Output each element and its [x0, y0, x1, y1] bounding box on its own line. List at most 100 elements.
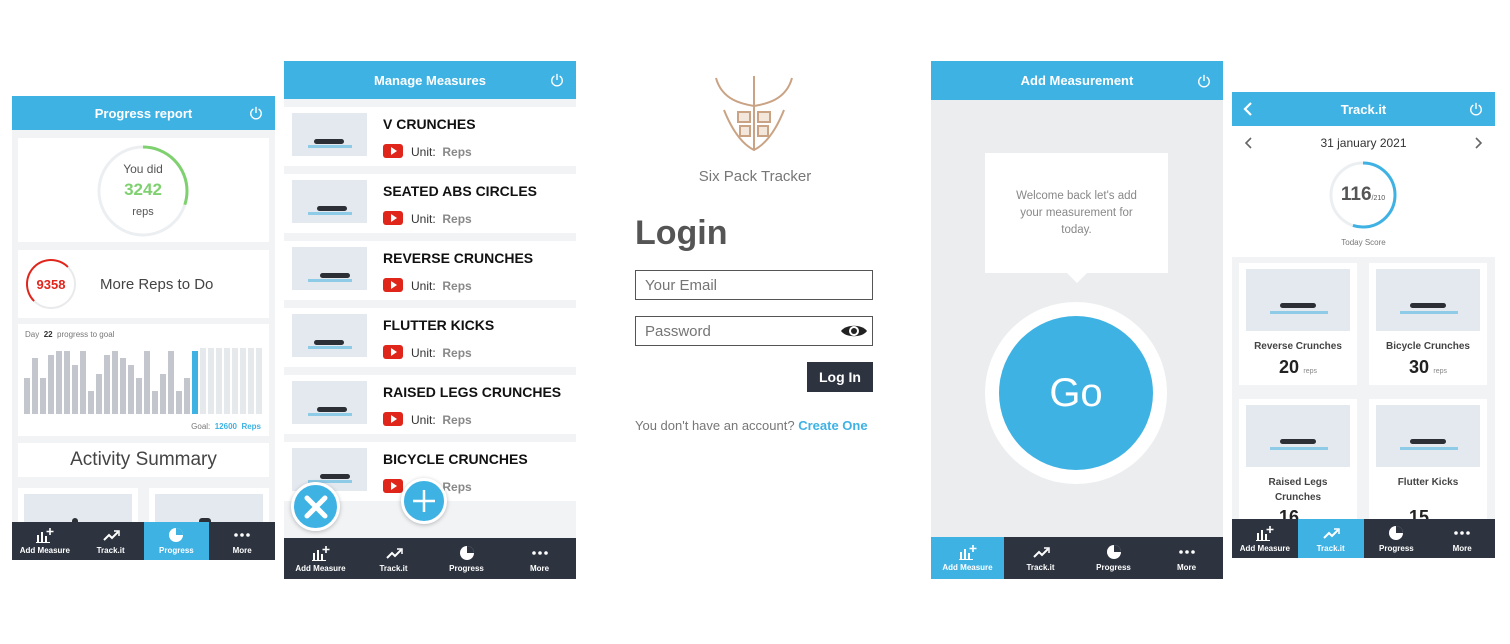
- chart-bar: [112, 351, 118, 414]
- bottom-nav: Add Measure Track.it Progress More: [12, 522, 275, 560]
- nav-track-it[interactable]: Track.it: [357, 538, 430, 579]
- measure-unit: Unit: Reps: [411, 212, 472, 226]
- app-name: Six Pack Tracker: [698, 168, 812, 185]
- activity-summary-card: Activity Summary: [18, 443, 269, 477]
- password-input[interactable]: [635, 316, 873, 346]
- exercise-card[interactable]: Flutter Kicks 15 reps: [1369, 399, 1487, 527]
- chart-bar: [240, 348, 246, 414]
- login-button[interactable]: Log In: [807, 362, 873, 392]
- power-icon[interactable]: [1197, 74, 1211, 88]
- nav-progress[interactable]: Progress: [143, 522, 210, 560]
- trend-icon: [1032, 547, 1050, 558]
- bubble-tail: [1067, 273, 1087, 283]
- power-icon[interactable]: [1469, 102, 1483, 116]
- header: Track.it: [1232, 92, 1495, 126]
- goal-chart-card: Day 22 progress to goal Goal: 12600 Reps: [18, 324, 269, 436]
- measure-name: SEATED ABS CIRCLES: [383, 183, 538, 199]
- delete-fab[interactable]: [291, 482, 340, 531]
- page-title: Add Measurement: [1020, 73, 1134, 88]
- chart-bar: [24, 377, 30, 414]
- chart-bar: [256, 348, 262, 414]
- go-button[interactable]: Go: [999, 316, 1153, 470]
- nav-more[interactable]: More: [1150, 537, 1223, 579]
- add-measure-icon: [1255, 525, 1274, 541]
- nav-add-measure[interactable]: Add Measure: [931, 537, 1004, 579]
- chart-bar: [184, 377, 190, 414]
- header: Add Measurement: [931, 61, 1223, 100]
- measure-list-item[interactable]: REVERSE CRUNCHES Unit: Reps: [284, 241, 576, 300]
- chart-bar: [152, 390, 158, 414]
- day-progress-text: Day 22 progress to goal: [25, 330, 115, 339]
- nav-more[interactable]: More: [1429, 519, 1495, 558]
- add-fab[interactable]: [401, 478, 447, 524]
- exercise-card[interactable]: Raised Legs Crunches 16 reps: [1239, 399, 1357, 527]
- nav-progress[interactable]: Progress: [1364, 519, 1430, 558]
- eye-icon[interactable]: [840, 323, 868, 339]
- measure-list-item[interactable]: FLUTTER KICKS Unit: Reps: [284, 308, 576, 367]
- exercise-name: Reverse Crunches: [1254, 341, 1342, 352]
- nav-more[interactable]: More: [209, 522, 275, 560]
- measure-list-item[interactable]: V CRUNCHES Unit: Reps: [284, 107, 576, 166]
- more-icon: [234, 533, 250, 537]
- exercise-value: 30 reps: [1408, 357, 1448, 377]
- login-title: Login: [635, 214, 728, 252]
- measure-list-item[interactable]: RAISED LEGS CRUNCHES Unit: Reps: [284, 375, 576, 434]
- add-measure-icon: [35, 528, 54, 543]
- email-input[interactable]: [635, 270, 873, 300]
- abs-logo: [715, 76, 793, 152]
- bottom-nav: Add Measure Track.it Progress More: [1232, 519, 1495, 558]
- close-icon: [304, 495, 327, 518]
- nav-progress[interactable]: Progress: [430, 538, 503, 579]
- nav-track-it[interactable]: Track.it: [78, 522, 144, 560]
- chart-bar: [40, 377, 46, 414]
- chart-bar: [192, 351, 198, 414]
- chart-bar: [144, 351, 150, 414]
- chart-bar: [64, 351, 70, 414]
- chart-bar: [56, 351, 62, 414]
- exercise-card[interactable]: Bicycle Crunches 30 reps: [1369, 263, 1487, 385]
- chart-bar: [232, 348, 238, 414]
- chart-bar: [168, 351, 174, 414]
- more-reps-label: More Reps to Do: [100, 276, 214, 293]
- nav-add-measure[interactable]: Add Measure: [284, 538, 357, 579]
- youtube-icon[interactable]: [383, 345, 403, 359]
- nav-progress[interactable]: Progress: [1077, 537, 1150, 579]
- bar-chart: [24, 348, 264, 414]
- exercise-thumbnail: [1376, 405, 1480, 467]
- exercise-thumbnail: [292, 381, 367, 424]
- back-icon[interactable]: [1242, 101, 1254, 117]
- chart-bar: [104, 354, 110, 414]
- nav-add-measure[interactable]: Add Measure: [12, 522, 78, 560]
- nav-add-measure[interactable]: Add Measure: [1232, 519, 1298, 558]
- chart-bar: [200, 348, 206, 414]
- plus-icon: [413, 490, 435, 512]
- signup-prompt: You don't have an account? Create One: [635, 418, 868, 433]
- add-measure-icon: [958, 545, 976, 560]
- trend-icon: [102, 530, 120, 541]
- you-did-label: You did: [123, 162, 163, 176]
- youtube-icon[interactable]: [383, 211, 403, 225]
- trend-icon: [385, 547, 403, 559]
- youtube-icon[interactable]: [383, 479, 403, 493]
- nav-track-it[interactable]: Track.it: [1297, 519, 1364, 558]
- youtube-icon[interactable]: [383, 412, 403, 426]
- chart-bar: [80, 351, 86, 414]
- power-icon[interactable]: [249, 106, 263, 120]
- next-day-icon[interactable]: [1473, 136, 1483, 150]
- youtube-icon[interactable]: [383, 144, 403, 158]
- measure-name: FLUTTER KICKS: [383, 317, 495, 333]
- exercise-card[interactable]: Reverse Crunches 20 reps: [1239, 263, 1357, 385]
- pie-chart-icon: [1106, 545, 1121, 559]
- nav-more[interactable]: More: [503, 538, 576, 579]
- nav-track-it[interactable]: Track.it: [1004, 537, 1077, 579]
- add-measure-icon: [311, 545, 329, 561]
- remaining-badge: 9358: [26, 259, 76, 309]
- chart-bar: [32, 357, 38, 414]
- create-account-link[interactable]: Create One: [798, 418, 867, 433]
- youtube-icon[interactable]: [383, 278, 403, 292]
- exercise-thumbnail: [292, 314, 367, 357]
- activity-summary-title: Activity Summary: [70, 449, 217, 470]
- measure-list-item[interactable]: SEATED ABS CIRCLES Unit: Reps: [284, 174, 576, 233]
- power-icon[interactable]: [550, 73, 564, 87]
- welcome-bubble: Welcome back let's add your measurement …: [985, 153, 1168, 273]
